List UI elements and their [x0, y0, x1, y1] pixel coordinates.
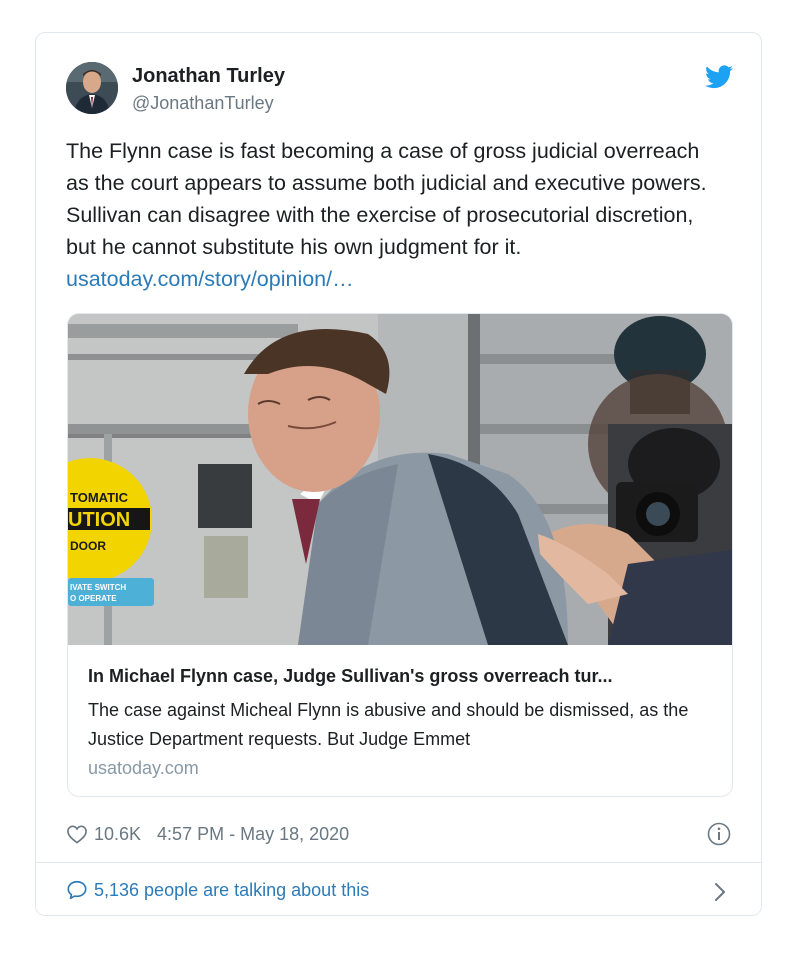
card-domain: usatoday.com	[88, 758, 199, 778]
talking-count[interactable]: 5,136 people are talking about this	[94, 880, 369, 901]
divider	[36, 862, 761, 863]
sign-line-2: UTION	[68, 509, 130, 531]
link-preview-card[interactable]: TOMATIC UTION DOOR IVATE SWITCH O OPERAT…	[67, 313, 733, 797]
sign-line-1: TOMATIC	[70, 490, 129, 505]
tweet-body: The Flynn case is fast becoming a case o…	[66, 139, 707, 259]
tweet-card: Jonathan Turley @JonathanTurley The Flyn…	[35, 32, 762, 916]
card-description: The case against Micheal Flynn is abusiv…	[88, 700, 689, 749]
timestamp[interactable]: 4:57 PM - May 18, 2020	[157, 824, 349, 845]
twitter-bird-icon[interactable]	[705, 65, 733, 89]
conversation-link[interactable]: 5,136 people are talking about this	[66, 879, 369, 901]
speech-bubble-icon	[67, 880, 87, 900]
author-name[interactable]: Jonathan Turley	[132, 65, 285, 88]
switch-label-line-2: O OPERATE	[70, 594, 117, 603]
switch-label-line-1: IVATE SWITCH	[70, 583, 126, 592]
chevron-right-icon[interactable]	[713, 881, 727, 903]
heart-icon[interactable]	[66, 824, 88, 844]
sign-line-3: DOOR	[70, 539, 106, 553]
card-image: TOMATIC UTION DOOR IVATE SWITCH O OPERAT…	[68, 314, 732, 645]
author-handle[interactable]: @JonathanTurley	[132, 93, 274, 114]
info-icon[interactable]	[707, 822, 731, 846]
avatar-image	[66, 62, 118, 114]
avatar[interactable]	[66, 62, 118, 114]
meta-row: 10.6K 4:57 PM - May 18, 2020	[66, 821, 349, 847]
card-title[interactable]: In Michael Flynn case, Judge Sullivan's …	[88, 666, 713, 687]
like-count[interactable]: 10.6K	[94, 824, 141, 845]
tweet-text: The Flynn case is fast becoming a case o…	[66, 135, 726, 295]
tweet-link[interactable]: usatoday.com/story/opinion/…	[66, 267, 354, 291]
